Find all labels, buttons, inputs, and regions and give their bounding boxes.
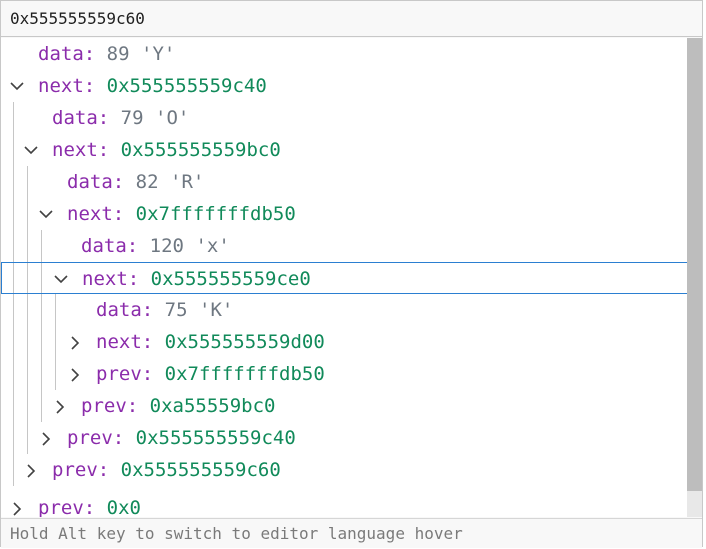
variable-address: 0x7fffffffdb50 (135, 203, 296, 225)
tree-row[interactable]: prev: 0x7fffffffdb50 (1, 358, 702, 390)
hover-title: 0x555555559c60 (1, 1, 702, 37)
variable-name: prev (38, 497, 84, 517)
variable-name: next (82, 268, 128, 290)
chevron-right-icon[interactable] (68, 326, 86, 358)
variable-value: 82 (135, 171, 159, 193)
tree-row[interactable]: next: 0x555555559bc0 (1, 134, 702, 166)
variable-char: 'R' (170, 171, 205, 193)
tree-row[interactable]: next: 0x555555559d00 (1, 326, 702, 358)
variable-name: prev (67, 427, 113, 449)
variable-name: data (38, 43, 84, 65)
variable-name: next (67, 203, 113, 225)
variable-name: prev (52, 459, 98, 481)
variable-name: data (67, 171, 113, 193)
variable-name: data (52, 107, 98, 129)
variable-value: 75 (164, 299, 188, 321)
chevron-right-icon[interactable] (68, 358, 86, 390)
variable-address: 0x555555559c40 (106, 75, 267, 97)
variable-name: data (81, 235, 127, 257)
debug-hover-widget: 0x555555559c60 data: 89 'Y' next: 0x5555… (0, 0, 703, 548)
chevron-down-icon[interactable] (23, 134, 41, 166)
hover-status-hint: Hold Alt key to switch to editor languag… (1, 518, 702, 548)
variable-char: 'Y' (141, 43, 176, 65)
variable-name: prev (81, 395, 127, 417)
tree-row[interactable]: prev: 0x555555559c40 (1, 422, 702, 454)
variable-address: 0xa55559bc0 (149, 395, 276, 417)
variable-address: 0x555555559ce0 (150, 268, 311, 290)
chevron-right-icon[interactable] (10, 492, 28, 517)
scrollbar-thumb[interactable] (687, 38, 702, 491)
variable-address: 0x555555559d00 (164, 331, 325, 353)
chevron-right-icon[interactable] (24, 454, 42, 486)
tree-row[interactable]: data: 79 'O' (1, 102, 702, 134)
vertical-scrollbar[interactable] (687, 38, 702, 517)
variable-name: next (38, 75, 84, 97)
chevron-down-icon[interactable] (9, 70, 27, 102)
variable-char: 'K' (199, 299, 234, 321)
variable-value: 120 (149, 235, 184, 257)
chevron-down-icon[interactable] (53, 263, 71, 295)
variable-value: 89 (106, 43, 130, 65)
tree-row[interactable]: data: 89 'Y' (1, 38, 702, 70)
variable-name: next (96, 331, 142, 353)
variable-name: data (96, 299, 142, 321)
chevron-down-icon[interactable] (38, 198, 56, 230)
tree-row[interactable]: data: 82 'R' (1, 166, 702, 198)
variable-address: 0x555555559c60 (120, 459, 281, 481)
variable-address: 0x555555559bc0 (120, 139, 281, 161)
variable-address: 0x555555559c40 (135, 427, 296, 449)
tree-row[interactable]: next: 0x7fffffffdb50 (1, 198, 702, 230)
tree-row[interactable]: prev: 0xa55559bc0 (1, 390, 702, 422)
variable-name: prev (96, 363, 142, 385)
tree-row[interactable]: data: 75 'K' (1, 294, 702, 326)
tree-row[interactable]: next: 0x555555559c40 (1, 70, 702, 102)
tree-row[interactable]: data: 120 'x' (1, 230, 702, 262)
variable-tree[interactable]: data: 89 'Y' next: 0x555555559c40 data: … (1, 38, 702, 517)
variable-address: 0x0 (106, 497, 141, 517)
variable-char: 'O' (155, 107, 190, 129)
variable-name: next (52, 139, 98, 161)
variable-char: 'x' (195, 235, 230, 257)
variable-address: 0x7fffffffdb50 (164, 363, 325, 385)
chevron-right-icon[interactable] (53, 390, 71, 422)
tree-row[interactable]: prev: 0x555555559c60 (1, 454, 702, 486)
tree-row[interactable]: prev: 0x0 (1, 492, 702, 517)
tree-row-selected[interactable]: next: 0x555555559ce0 (1, 262, 702, 294)
chevron-right-icon[interactable] (39, 422, 57, 454)
variable-value: 79 (120, 107, 144, 129)
